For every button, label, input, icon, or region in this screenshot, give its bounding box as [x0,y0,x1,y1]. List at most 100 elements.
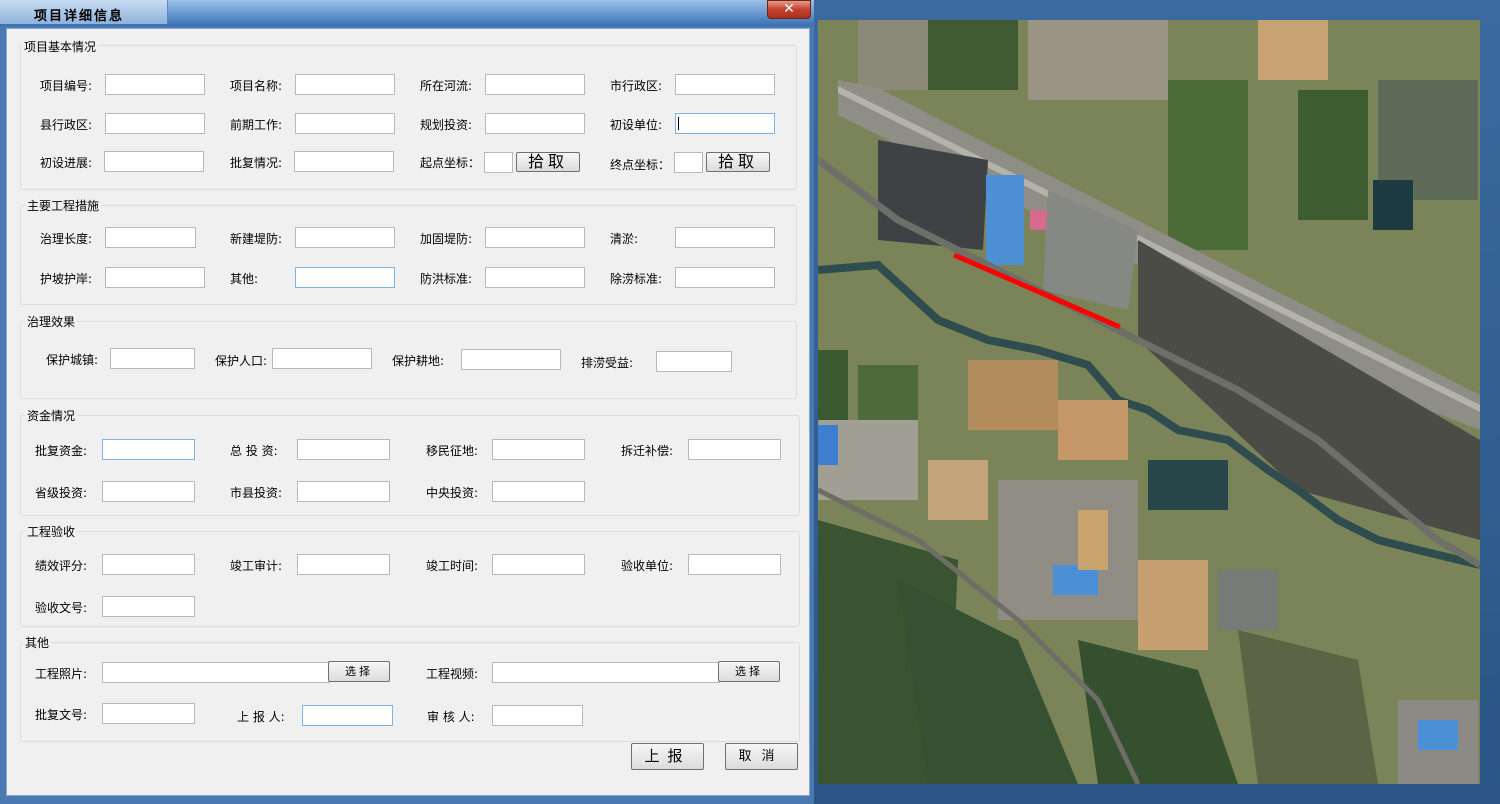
close-icon: ✕ [783,1,795,17]
start-coord-label: 起点坐标： [420,156,481,170]
flood-standard-input[interactable] [485,267,585,288]
group-acceptance-label: 工程验收 [25,523,78,540]
flood-standard-label: 防洪标准: [420,272,473,286]
approval-doc-label: 批复文号: [35,708,88,722]
completion-time-input[interactable] [492,554,585,575]
length-label: 治理长度: [40,232,93,246]
acceptance-doc-label: 验收文号: [35,601,88,615]
demolition-label: 拆迁补偿: [621,444,674,458]
protect-town-label: 保护城镇: [46,353,99,367]
photo-path-input[interactable] [102,662,330,683]
audit-label: 竣工审计: [230,559,283,573]
design-progress-input[interactable] [104,151,204,172]
resettlement-input[interactable] [492,439,585,460]
performance-input[interactable] [102,554,195,575]
completion-time-label: 竣工时间: [426,559,479,573]
approval-status-input[interactable] [294,151,394,172]
drainage-benefit-input[interactable] [656,351,732,372]
performance-label: 绩效评分: [35,559,88,573]
other-measure-input[interactable] [295,267,395,288]
length-input[interactable] [105,227,196,248]
drainage-standard-label: 除涝标准: [610,272,663,286]
central-input[interactable] [492,481,585,502]
approved-funds-label: 批复资金: [35,444,88,458]
title-bar[interactable]: 项目详细信息 ✕ [0,0,814,26]
approved-funds-input[interactable] [102,439,195,460]
reviewer-input[interactable] [492,705,583,726]
audit-input[interactable] [297,554,390,575]
drainage-benefit-label: 排涝受益: [581,356,634,370]
video-label: 工程视频: [426,667,479,681]
video-choose-button[interactable]: 选择 [718,661,780,682]
dialog-title: 项目详细信息 [34,9,125,24]
dredging-input[interactable] [675,227,775,248]
prelim-work-label: 前期工作: [230,118,283,132]
slope-protection-input[interactable] [105,267,205,288]
acceptance-doc-input[interactable] [102,596,195,617]
design-unit-input[interactable] [675,113,775,134]
end-coord-input[interactable] [674,152,703,173]
reinforce-dike-label: 加固堤防: [420,232,473,246]
close-button[interactable]: ✕ [767,0,811,19]
end-coord-label: 终点坐标： [610,158,671,172]
cancel-button[interactable]: 取消 [725,743,798,770]
end-pick-button[interactable]: 拾取 [706,152,770,172]
protect-town-input[interactable] [110,348,195,369]
design-progress-label: 初设进展: [40,156,93,170]
city-district-label: 市行政区: [610,79,663,93]
county-district-label: 县行政区: [40,118,93,132]
video-path-input[interactable] [492,662,720,683]
reporter-input[interactable] [302,705,393,726]
reinforce-dike-input[interactable] [485,227,585,248]
acceptance-unit-label: 验收单位: [621,559,674,573]
provincial-input[interactable] [102,481,195,502]
protect-population-input[interactable] [272,348,372,369]
group-other [20,642,800,742]
central-label: 中央投资: [426,486,479,500]
submit-button[interactable]: 上报 [631,743,704,770]
photo-label: 工程照片: [35,667,88,681]
group-effect-label: 治理效果 [25,313,78,330]
project-name-label: 项目名称: [230,79,283,93]
design-unit-label: 初设单位: [610,118,663,132]
drainage-standard-input[interactable] [675,267,775,288]
title-tab: 项目详细信息 [0,0,168,24]
other-measure-label: 其他: [230,272,259,286]
protect-farmland-input[interactable] [461,349,561,370]
new-dike-input[interactable] [295,227,395,248]
reviewer-label: 审 核 人: [427,710,475,724]
county-district-input[interactable] [105,113,205,134]
project-name-input[interactable] [295,74,395,95]
project-detail-dialog: 项目详细信息 ✕ 项目基本情况 项目编号: 项目名称: 所在河流: 市行政区: … [0,0,814,804]
photo-choose-button[interactable]: 选择 [328,661,390,682]
demolition-input[interactable] [688,439,781,460]
approval-doc-input[interactable] [102,703,195,724]
group-funding-label: 资金情况 [25,407,78,424]
acceptance-unit-input[interactable] [688,554,781,575]
planned-investment-input[interactable] [485,113,585,134]
group-measures [20,205,797,305]
project-no-label: 项目编号: [40,79,93,93]
group-other-label: 其他 [23,634,52,651]
start-pick-button[interactable]: 拾取 [516,152,580,172]
aerial-map-view[interactable] [818,20,1480,784]
municipal-input[interactable] [297,481,390,502]
municipal-label: 市县投资: [230,486,283,500]
prelim-work-input[interactable] [295,113,395,134]
start-coord-input[interactable] [484,152,513,173]
city-district-input[interactable] [675,74,775,95]
river-input[interactable] [485,74,585,95]
resettlement-label: 移民征地: [426,444,479,458]
dredging-label: 清淤: [610,232,639,246]
slope-protection-label: 护坡护岸: [40,272,93,286]
project-no-input[interactable] [105,74,205,95]
total-investment-label: 总 投 资: [230,444,278,458]
new-dike-label: 新建堤防: [230,232,283,246]
aerial-image [818,20,1480,784]
group-measures-label: 主要工程措施 [25,197,102,214]
protect-population-label: 保护人口: [215,354,268,368]
protect-farmland-label: 保护耕地: [392,354,445,368]
provincial-label: 省级投资: [35,486,88,500]
approval-status-label: 批复情况: [230,156,283,170]
total-investment-input[interactable] [297,439,390,460]
